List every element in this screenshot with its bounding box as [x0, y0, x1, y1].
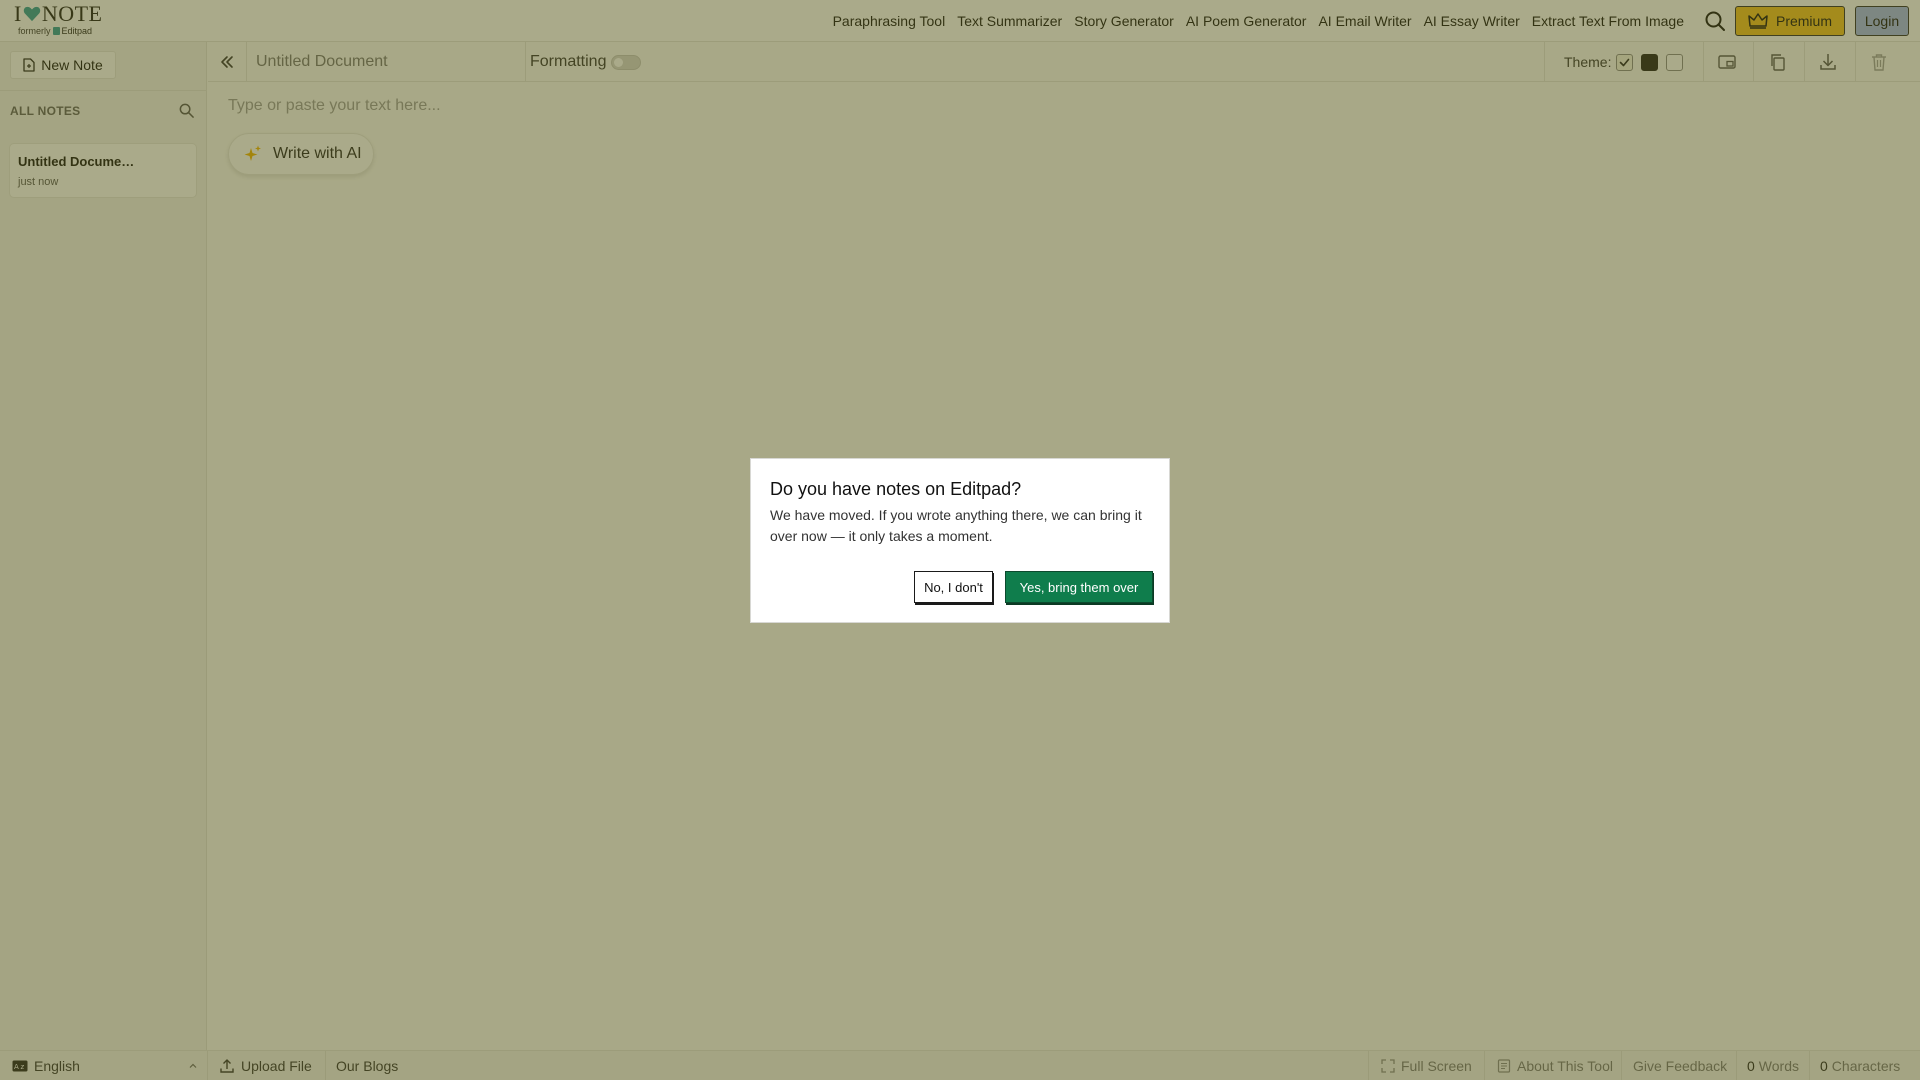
import-notes-button[interactable]: Yes, bring them over	[1005, 571, 1153, 603]
migration-dialog: Do you have notes on Editpad? We have mo…	[750, 458, 1170, 623]
dialog-body: We have moved. If you wrote anything the…	[770, 507, 1142, 544]
dialog-title: Do you have notes on Editpad?	[770, 479, 1022, 499]
decline-button[interactable]: No, I don't	[914, 571, 993, 603]
